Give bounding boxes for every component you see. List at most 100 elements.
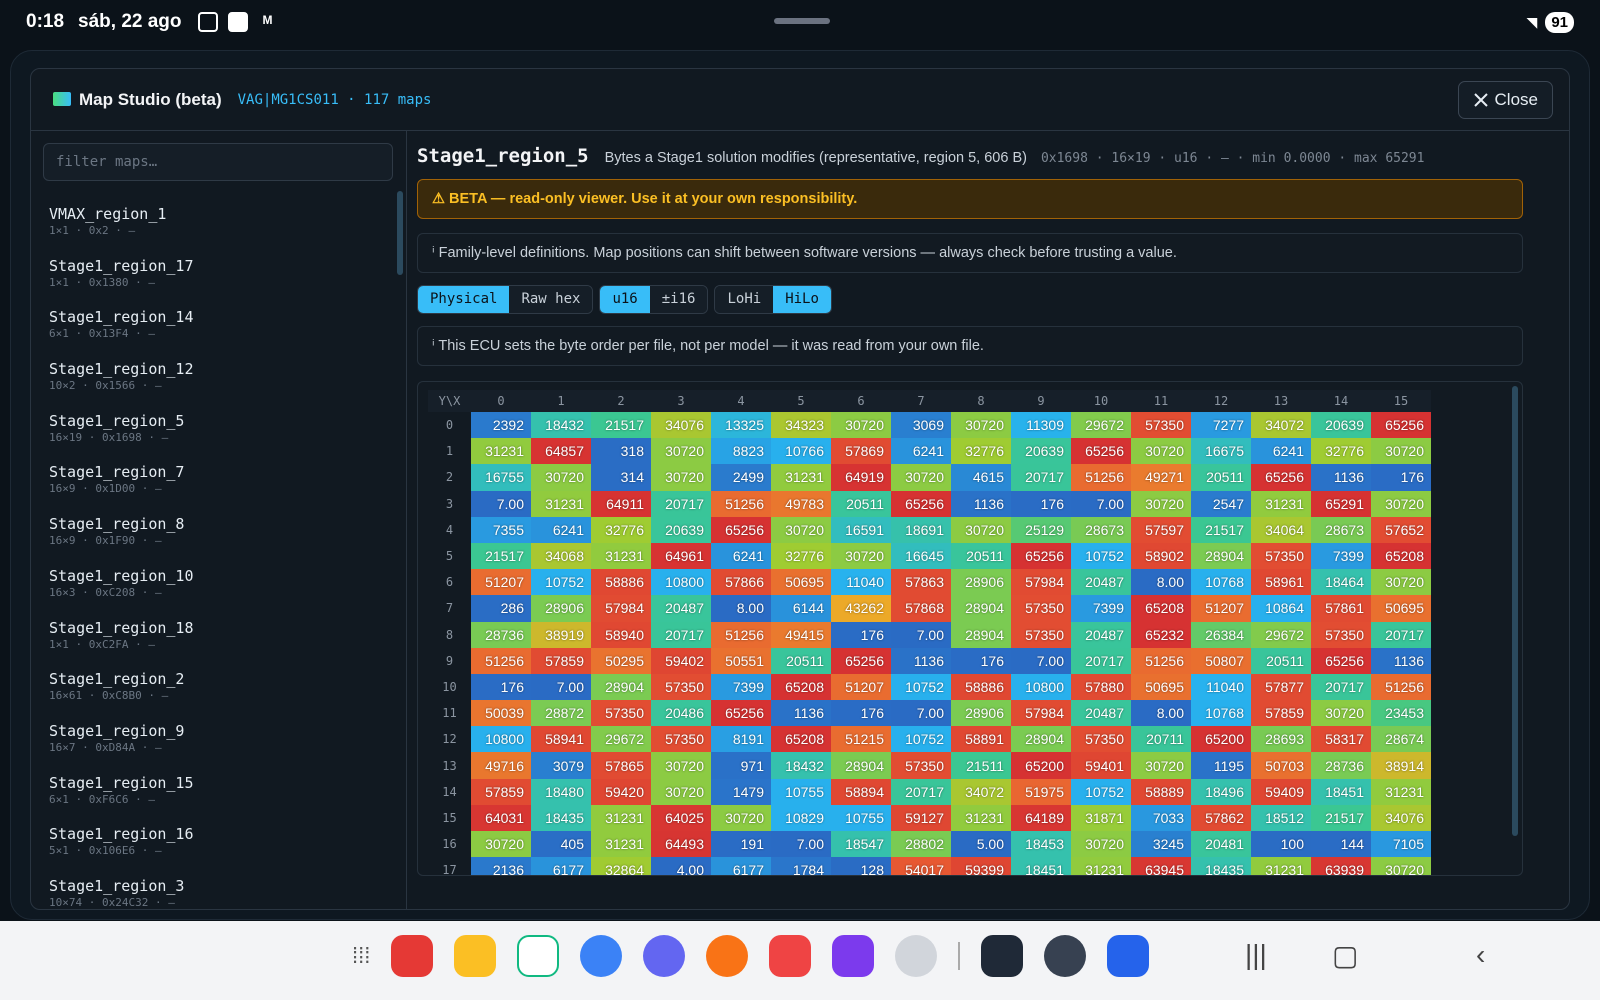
grid-cell[interactable]: 20717 [1371,621,1431,648]
grid-cell[interactable]: 10752 [891,673,951,701]
grid-cell[interactable]: 16755 [471,464,531,491]
grid-cell[interactable]: 34064 [1251,516,1311,543]
grid-cell[interactable]: 57350 [651,726,711,753]
grid-cell[interactable]: 128 [831,857,891,875]
grid-cell[interactable]: 18432 [771,752,831,779]
grid-cell[interactable]: 57984 [591,595,651,622]
grid-cell[interactable]: 64911 [591,490,651,517]
grid-cell[interactable]: 58317 [1311,726,1371,753]
grid-cell[interactable]: 7.00 [1011,647,1071,674]
grid-cell[interactable]: 65200 [1191,726,1251,753]
grid-cell[interactable]: 58894 [831,778,891,805]
map-list-item[interactable]: Stage1_region_14 6×1 · 0x13F4 · — [49,306,389,358]
map-list-item[interactable]: Stage1_region_8 16×9 · 0x1F90 · — [49,513,389,565]
map-list-item[interactable]: Stage1_region_7 16×9 · 0x1D00 · — [49,461,389,513]
grid-cell[interactable]: 18691 [891,516,951,543]
grid-cell[interactable]: 57869 [831,438,891,465]
grid-cell[interactable]: 20481 [1191,831,1251,858]
grid-cell[interactable]: 32776 [771,542,831,570]
grid-cell[interactable]: 21517 [591,412,651,439]
toggle-raw-hex[interactable]: Raw hex [509,286,593,313]
grid-cell[interactable]: 31231 [591,542,651,570]
grid-cell[interactable]: 49271 [1131,464,1191,491]
grid-cell[interactable]: 28673 [1071,516,1131,543]
grid-cell[interactable]: 30720 [1131,490,1191,517]
grid-cell[interactable]: 18451 [1011,857,1071,875]
map-list-item[interactable]: Stage1_region_15 6×1 · 0xF6C6 · — [49,772,389,824]
grid-cell[interactable]: 28906 [951,700,1011,727]
grid-cell[interactable]: 28674 [1371,726,1431,753]
grid-cell[interactable]: 49415 [771,621,831,648]
grid-cell[interactable]: 21517 [1191,516,1251,543]
grid-cell[interactable]: 7399 [1071,595,1131,622]
grid-cell[interactable]: 3069 [891,412,951,439]
grid-cell[interactable]: 7105 [1371,831,1431,858]
map-list-item[interactable]: Stage1_region_10 16×3 · 0xC208 · — [49,565,389,617]
grid-cell[interactable]: 31231 [591,804,651,831]
grid-cell[interactable]: 65208 [1371,542,1431,570]
toggle-hilo[interactable]: HiLo [773,286,831,313]
grid-cell[interactable]: 65232 [1131,621,1191,648]
grid-cell[interactable]: 64025 [651,804,711,831]
grid-cell[interactable]: 30720 [651,778,711,805]
grid-cell[interactable]: 28872 [531,700,591,727]
grid-cell[interactable]: 7.00 [531,673,591,701]
grid-cell[interactable]: 20487 [1071,700,1131,727]
grid-cell[interactable]: 16645 [891,542,951,570]
grid-cell[interactable]: 28693 [1251,726,1311,753]
grid-cell[interactable]: 50295 [591,647,651,674]
grid-cell[interactable]: 1479 [711,778,771,805]
grid-cell[interactable]: 286 [471,595,531,622]
grid-cell[interactable]: 57861 [1311,595,1371,622]
grid-cell[interactable]: 34076 [651,412,711,439]
grid-cell[interactable]: 31231 [1071,857,1131,875]
grid-cell[interactable]: 10829 [771,804,831,831]
grid-cell[interactable]: 57597 [1131,516,1191,543]
grid-cell[interactable]: 20487 [651,595,711,622]
grid-cell[interactable]: 31231 [951,804,1011,831]
grid-cell[interactable]: 176 [1011,490,1071,517]
grid-cell[interactable]: 30720 [891,464,951,491]
grid-cell[interactable]: 11040 [831,569,891,596]
grid-cell[interactable]: 31231 [1251,490,1311,517]
grid-cell[interactable]: 51256 [471,647,531,674]
grid-cell[interactable]: 11309 [1011,412,1071,439]
grid-cell[interactable]: 29672 [591,726,651,753]
grid-cell[interactable]: 23453 [1371,700,1431,727]
grid-cell[interactable]: 100 [1251,831,1311,858]
map-list-item[interactable]: Stage1_region_17 1×1 · 0x1380 · — [49,255,389,307]
grid-cell[interactable]: 20717 [1011,464,1071,491]
grid-cell[interactable]: 65291 [1311,490,1371,517]
recent-apps-icon[interactable]: ||| [1245,939,1267,971]
map-list-item[interactable]: Stage1_region_9 16×7 · 0xD84A · — [49,720,389,772]
grid-cell[interactable]: 32776 [591,516,651,543]
grid-cell[interactable]: 1195 [1191,752,1251,779]
grid-cell[interactable]: 58961 [1251,569,1311,596]
grid-cell[interactable]: 10752 [531,569,591,596]
grid-cell[interactable]: 34068 [531,542,591,570]
grid-cell[interactable]: 64493 [651,831,711,858]
grid-cell[interactable]: 57859 [1251,700,1311,727]
grid-cell[interactable]: 57350 [651,673,711,701]
map-list-item[interactable]: Stage1_region_5 16×19 · 0x1698 · — [49,410,389,462]
grid-cell[interactable]: 43262 [831,595,891,622]
grid-cell[interactable]: 20487 [1071,621,1131,648]
grid-cell[interactable]: 6241 [1251,438,1311,465]
grid-cell[interactable]: 30720 [831,412,891,439]
grid-cell[interactable]: 28904 [591,673,651,701]
map-list-item[interactable]: Stage1_region_12 10×2 · 0x1566 · — [49,358,389,410]
grid-cell[interactable]: 6177 [711,857,771,875]
grid-cell[interactable]: 10755 [831,804,891,831]
grid-cell[interactable]: 8.00 [1131,700,1191,727]
grid-cell[interactable]: 59402 [651,647,711,674]
grid-cell[interactable]: 1136 [1311,464,1371,491]
grid-cell[interactable]: 57350 [1011,595,1071,622]
map-list-item[interactable]: Stage1_region_2 16×61 · 0xC8B0 · — [49,668,389,720]
grid-cell[interactable]: 7277 [1191,412,1251,439]
grid-cell[interactable]: 7.00 [471,490,531,517]
grid-cell[interactable]: 28802 [891,831,951,858]
grid-cell[interactable]: 65256 [1371,412,1431,439]
grid-cell[interactable]: 318 [591,438,651,465]
grid-cell[interactable]: 2392 [471,412,531,439]
grid-cell[interactable]: 30720 [1071,831,1131,858]
